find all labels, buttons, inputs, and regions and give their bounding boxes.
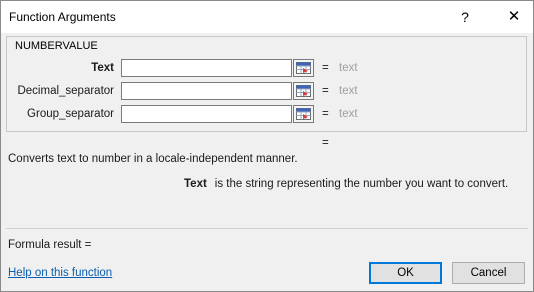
text-input[interactable] <box>121 59 292 77</box>
help-button[interactable]: ? <box>452 4 478 30</box>
argument-label: Text <box>91 62 114 74</box>
argument-description: Text is the string representing the numbe… <box>184 178 508 190</box>
range-reference-button[interactable] <box>293 105 314 123</box>
argument-description-name: Text <box>184 178 207 190</box>
argument-label: Decimal_separator <box>17 85 114 97</box>
argument-label: Group_separator <box>27 108 114 120</box>
decimal-separator-input[interactable] <box>121 82 292 100</box>
equals-sign: = <box>322 108 329 120</box>
range-reference-icon <box>296 85 311 97</box>
function-name: NUMBERVALUE <box>15 40 98 52</box>
argument-row-decimal-separator: Decimal_separator = text <box>7 81 526 103</box>
range-reference-button[interactable] <box>293 82 314 100</box>
function-arguments-dialog: Function Arguments ? ✕ NUMBERVALUE Text … <box>0 0 534 292</box>
function-description: Converts text to number in a locale-inde… <box>8 153 298 165</box>
argument-row-text: Text = text <box>7 58 526 80</box>
cancel-button[interactable]: Cancel <box>452 262 525 284</box>
argument-description-text: is the string representing the number yo… <box>214 178 509 190</box>
group-separator-input[interactable] <box>121 105 292 123</box>
argument-hint: text <box>339 85 358 97</box>
argument-hint: text <box>339 62 358 74</box>
equals-sign: = <box>322 85 329 97</box>
arguments-group: NUMBERVALUE Text = text Decimal_separato… <box>6 36 527 132</box>
argument-hint: text <box>339 108 358 120</box>
range-reference-icon <box>296 62 311 74</box>
dialog-title: Function Arguments <box>9 10 116 24</box>
range-reference-button[interactable] <box>293 59 314 77</box>
close-button[interactable]: ✕ <box>501 4 527 30</box>
help-on-function-link[interactable]: Help on this function <box>8 267 112 279</box>
ok-button[interactable]: OK <box>369 262 442 284</box>
divider <box>6 228 528 229</box>
formula-result: Formula result = <box>8 239 92 251</box>
function-result-equals: = <box>322 137 329 149</box>
range-reference-icon <box>296 108 311 120</box>
argument-row-group-separator: Group_separator = text <box>7 104 526 126</box>
title-bar: Function Arguments ? ✕ <box>1 1 533 33</box>
equals-sign: = <box>322 62 329 74</box>
